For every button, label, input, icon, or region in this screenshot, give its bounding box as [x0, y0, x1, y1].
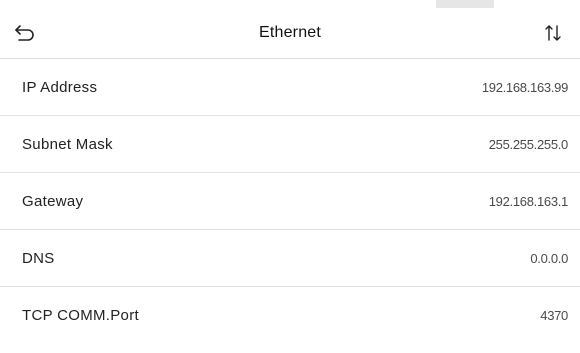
back-button[interactable]: [10, 18, 40, 48]
sort-arrows-icon: [545, 25, 561, 41]
back-arrow-icon: [15, 25, 34, 41]
row-label: Subnet Mask: [22, 135, 113, 153]
dns-row[interactable]: DNS 0.0.0.0: [0, 230, 580, 287]
ip-address-row[interactable]: IP Address 192.168.163.99: [0, 59, 580, 116]
subnet-mask-row[interactable]: Subnet Mask 255.255.255.0: [0, 116, 580, 173]
row-value: 0.0.0.0: [530, 250, 568, 266]
row-label: Gateway: [22, 192, 84, 210]
top-edge-tab: [436, 0, 494, 8]
row-value: 4370: [540, 308, 568, 323]
gateway-row[interactable]: Gateway 192.168.163.1: [0, 173, 580, 230]
row-value: 192.168.163.1: [488, 193, 569, 209]
row-label: IP Address: [22, 78, 98, 96]
settings-list: IP Address 192.168.163.99 Subnet Mask 25…: [0, 59, 580, 344]
header-bar: Ethernet: [0, 8, 580, 59]
row-label: TCP COMM.Port: [22, 307, 139, 324]
page-title: Ethernet: [258, 24, 322, 41]
tcp-comm-port-row[interactable]: TCP COMM.Port 4370: [0, 287, 580, 344]
ethernet-settings-screen: Ethernet IP Address 192.168.163.99 Subne…: [0, 0, 580, 353]
row-value: 192.168.163.99: [481, 79, 568, 95]
row-value: 255.255.255.0: [488, 136, 569, 152]
sort-button[interactable]: [538, 18, 568, 48]
row-label: DNS: [22, 249, 55, 267]
